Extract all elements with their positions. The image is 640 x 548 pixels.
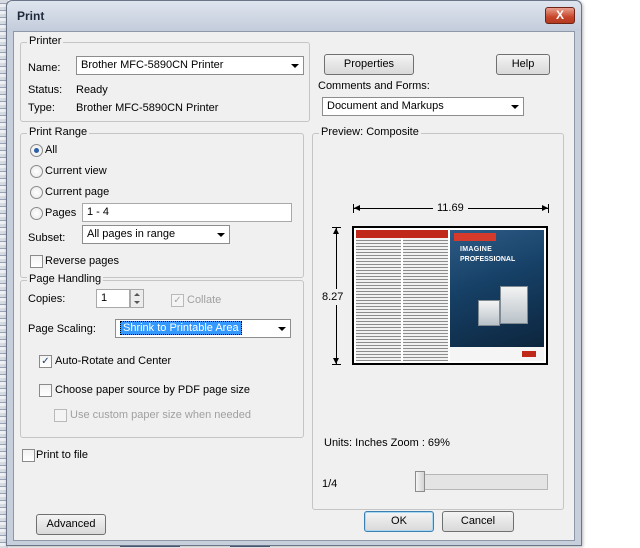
- brochure-footer: [450, 347, 544, 361]
- advanced-button[interactable]: Advanced: [36, 514, 106, 535]
- ok-button[interactable]: OK: [364, 511, 434, 532]
- preview-height-value: 8.27: [322, 289, 344, 305]
- background-desktop: [582, 0, 640, 548]
- width-dimension-tick: [548, 204, 549, 213]
- comments-forms-label: Comments and Forms:: [318, 80, 430, 92]
- printer-status-value: Ready: [76, 84, 108, 96]
- preview-label: Preview: Composite: [319, 126, 421, 138]
- printer-group-label: Printer: [27, 35, 64, 47]
- page-scaling-label: Page Scaling:: [28, 323, 96, 335]
- properties-button[interactable]: Properties: [324, 54, 414, 75]
- pages-input[interactable]: 1 - 4: [82, 203, 292, 222]
- printer-name-value: Brother MFC-5890CN Printer: [81, 59, 224, 71]
- radio-current-view-label: Current view: [45, 165, 107, 177]
- arrow-right-icon: [542, 205, 548, 211]
- printer-name-label: Name:: [28, 62, 61, 74]
- brochure-subhead: PROFESSIONAL: [460, 256, 516, 263]
- radio-all[interactable]: [30, 144, 43, 157]
- radio-pages[interactable]: [30, 207, 43, 220]
- arrow-left-icon: [354, 205, 360, 211]
- radio-current-page[interactable]: [30, 186, 43, 199]
- page-scaling-select[interactable]: Shrink to Printable Area: [115, 319, 291, 338]
- close-icon: X: [555, 8, 564, 22]
- page-scaling-value: Shrink to Printable Area: [120, 321, 242, 335]
- brochure-headline: IMAGINE: [460, 246, 493, 253]
- preview-width-value: 11.69: [433, 202, 468, 214]
- title-bar[interactable]: Print X: [7, 1, 581, 31]
- print-to-file-label: Print to file: [36, 449, 88, 461]
- units-zoom-readout: Units: Inches Zoom : 69%: [324, 437, 450, 449]
- brochure-column-gap: [401, 238, 403, 361]
- brand-logo-icon: [522, 351, 536, 357]
- radio-current-view[interactable]: [30, 165, 43, 178]
- printer-type-value: Brother MFC-5890CN Printer: [76, 102, 219, 114]
- chevron-down-icon: [278, 327, 286, 331]
- window-title: Print: [17, 9, 45, 23]
- printer-type-label: Type:: [28, 102, 55, 114]
- chevron-down-icon: [291, 64, 299, 68]
- radio-all-label: All: [45, 144, 58, 156]
- page-slider-track[interactable]: [415, 474, 548, 490]
- cancel-button[interactable]: Cancel: [442, 511, 514, 532]
- page-slider-thumb[interactable]: [415, 471, 425, 492]
- brochure-red-tagline: [454, 233, 496, 241]
- subset-label: Subset:: [28, 232, 66, 244]
- choose-paper-source-label: Choose paper source by PDF page size: [55, 384, 251, 396]
- copier-image: [500, 286, 528, 324]
- chevron-down-icon: [511, 105, 519, 109]
- print-to-file-checkbox[interactable]: [22, 449, 35, 462]
- help-button[interactable]: Help: [496, 54, 550, 75]
- reverse-pages-checkbox[interactable]: [30, 255, 43, 268]
- auto-rotate-label: Auto-Rotate and Center: [55, 355, 172, 367]
- custom-paper-size-checkbox[interactable]: [54, 409, 67, 422]
- subset-select[interactable]: All pages in range: [82, 225, 230, 244]
- close-button[interactable]: X: [545, 7, 575, 24]
- page-handling-group-label: Page Handling: [27, 273, 104, 285]
- copies-spinner[interactable]: [130, 289, 144, 308]
- radio-current-page-label: Current page: [45, 186, 110, 198]
- arrow-up-icon: [333, 228, 339, 234]
- printer-status-label: Status:: [28, 84, 63, 96]
- brochure-cover: IMAGINE PROFESSIONAL: [450, 230, 544, 361]
- arrow-down-icon: [333, 358, 339, 364]
- comments-forms-select[interactable]: Document and Markups: [322, 97, 524, 116]
- reverse-pages-label: Reverse pages: [45, 255, 119, 267]
- page-indicator: 1/4: [322, 478, 338, 490]
- printer-image: [478, 300, 500, 326]
- auto-rotate-checkbox[interactable]: ✓: [39, 355, 52, 368]
- printer-name-select[interactable]: Brother MFC-5890CN Printer: [76, 56, 304, 75]
- brochure-red-banner: [356, 230, 448, 238]
- comments-forms-value: Document and Markups: [327, 100, 444, 112]
- collate-label: Collate: [187, 294, 222, 306]
- spin-down-icon: [134, 301, 140, 304]
- collate-checkbox[interactable]: ✓: [171, 294, 184, 307]
- copies-input[interactable]: 1: [96, 289, 130, 308]
- subset-value: All pages in range: [87, 228, 176, 240]
- choose-paper-source-checkbox[interactable]: [39, 384, 52, 397]
- copies-label: Copies:: [28, 293, 66, 305]
- print-range-group-label: Print Range: [27, 126, 90, 138]
- chevron-down-icon: [217, 233, 225, 237]
- spin-up-icon: [134, 293, 140, 296]
- preview-page-thumbnail: IMAGINE PROFESSIONAL: [352, 226, 548, 365]
- brochure-text-column: [356, 230, 448, 361]
- radio-pages-label: Pages: [45, 207, 77, 219]
- height-dimension-tick: [332, 364, 341, 365]
- custom-paper-size-label: Use custom paper size when needed: [70, 409, 251, 421]
